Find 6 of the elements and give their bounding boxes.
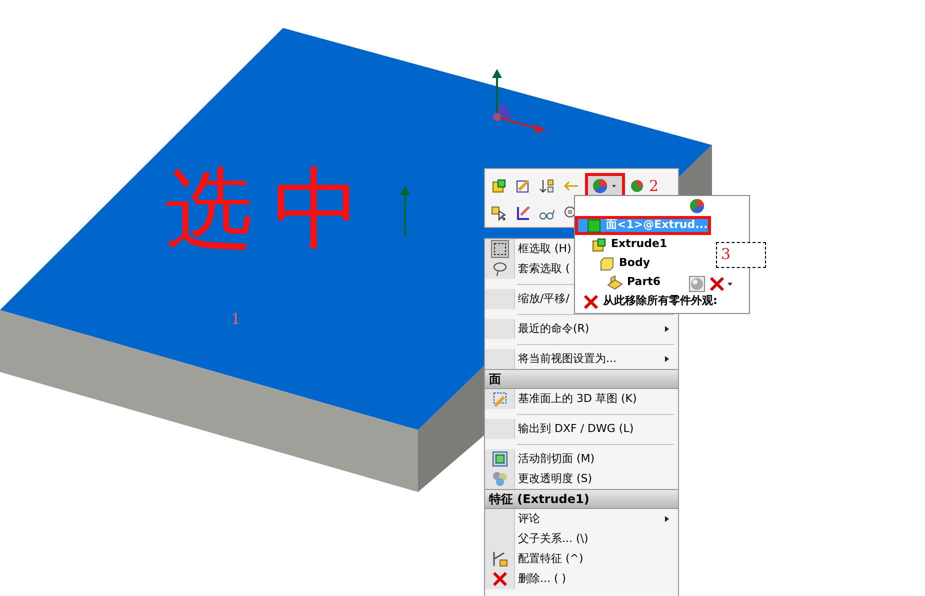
menu-section-header: 面 bbox=[485, 369, 678, 389]
menu-section-header: 特征 (Extrude1) bbox=[485, 489, 678, 509]
step-marker: 3 bbox=[716, 242, 766, 268]
step-marker: 1 bbox=[231, 309, 241, 330]
handwritten-note: 选中 bbox=[165, 165, 381, 253]
step-marker: 2 bbox=[649, 176, 659, 197]
